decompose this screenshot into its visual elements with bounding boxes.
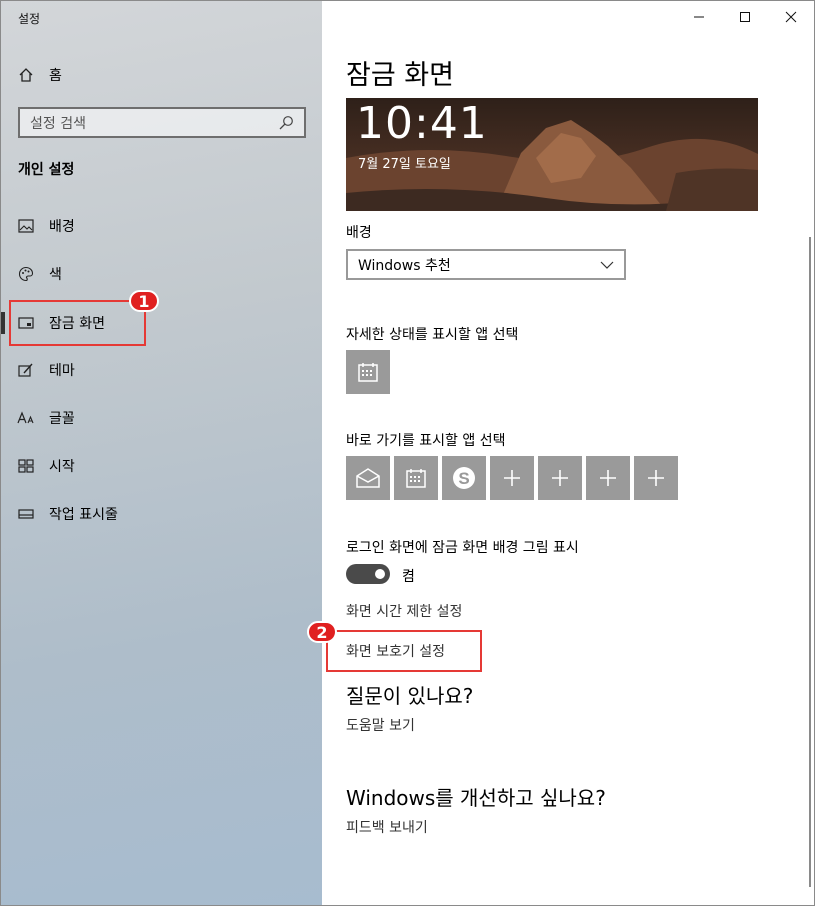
picture-icon [17, 217, 35, 235]
lock-screen-preview: 10:41 7월 27일 토요일 [346, 98, 758, 211]
quick-status-mail-tile[interactable] [346, 456, 390, 500]
sidebar-item-background[interactable]: 배경 [17, 214, 277, 238]
sidebar-item-label: 배경 [49, 219, 75, 235]
sidebar-item-start[interactable]: 시작 [17, 454, 277, 478]
screen-timeout-link[interactable]: 화면 시간 제한 설정 [346, 601, 462, 621]
signin-background-toggle[interactable] [346, 564, 390, 584]
detailed-status-calendar-tile[interactable] [346, 350, 390, 394]
theme-icon [17, 361, 35, 379]
sidebar-item-fonts[interactable]: 글꼴 [17, 406, 277, 430]
quick-status-skype-tile[interactable]: S [442, 456, 486, 500]
plus-icon [648, 470, 664, 486]
callout-badge-1: 1 [129, 290, 159, 312]
background-label: 배경 [346, 225, 372, 241]
minimize-button[interactable] [676, 1, 722, 33]
quick-status-add-tile[interactable] [490, 456, 534, 500]
help-link[interactable]: 도움말 보기 [346, 715, 415, 735]
app-title: 설정 [18, 12, 41, 26]
search-icon [278, 115, 294, 131]
plus-icon [552, 470, 568, 486]
nav-home[interactable]: 홈 [17, 63, 62, 87]
calendar-icon [358, 363, 378, 382]
feedback-link[interactable]: 피드백 보내기 [346, 817, 428, 837]
calendar-icon [406, 469, 426, 488]
taskbar-icon [17, 505, 35, 523]
minimize-icon [694, 16, 704, 18]
sidebar-item-label: 테마 [49, 363, 75, 379]
plus-icon [600, 470, 616, 486]
section-title: 개인 설정 [18, 162, 75, 178]
callout-badge-2: 2 [307, 621, 337, 643]
page-title: 잠금 화면 [346, 60, 454, 91]
search-input[interactable]: 설정 검색 [18, 107, 306, 138]
sidebar-item-color[interactable]: 색 [17, 262, 277, 286]
sidebar-item-label: 글꼴 [49, 411, 75, 427]
preview-time: 10:41 [356, 98, 488, 149]
callout-highlight-2 [326, 630, 482, 672]
question-heading: 질문이 있나요? [346, 684, 474, 708]
font-icon [17, 409, 35, 427]
home-icon [17, 66, 35, 84]
palette-icon [17, 265, 35, 283]
callout-highlight-1 [9, 300, 146, 346]
maximize-button[interactable] [722, 1, 768, 33]
mail-icon [356, 468, 380, 488]
sidebar-item-taskbar[interactable]: 작업 표시줄 [17, 502, 277, 526]
sidebar-item-label: 색 [49, 267, 62, 283]
quick-status-calendar-tile[interactable] [394, 456, 438, 500]
background-dropdown[interactable]: Windows 추천 [346, 249, 626, 280]
maximize-icon [740, 12, 750, 22]
quick-status-add-tile[interactable] [634, 456, 678, 500]
chevron-down-icon [600, 261, 614, 269]
close-button[interactable] [768, 1, 814, 33]
start-icon [17, 457, 35, 475]
toggle-state-label: 켬 [402, 569, 415, 585]
close-icon [785, 11, 797, 23]
sidebar-item-label: 시작 [49, 459, 75, 475]
signin-background-label: 로그인 화면에 잠금 화면 배경 그림 표시 [346, 540, 579, 556]
skype-icon: S [453, 467, 475, 489]
toggle-knob [375, 569, 385, 579]
selected-indicator [1, 312, 5, 334]
sidebar-item-theme[interactable]: 테마 [17, 358, 277, 382]
search-placeholder: 설정 검색 [30, 115, 86, 132]
background-dropdown-value: Windows 추천 [358, 257, 451, 274]
scrollbar[interactable] [809, 237, 811, 887]
quick-status-add-tile[interactable] [538, 456, 582, 500]
sidebar-item-label: 작업 표시줄 [49, 507, 118, 523]
nav-home-label: 홈 [49, 68, 62, 84]
sidebar: 설정 홈 설정 검색 개인 설정 배경 색 잠금 화면 테마 글꼴 시작 작업 … [1, 1, 322, 905]
improve-heading: Windows를 개선하고 싶나요? [346, 786, 606, 810]
svg-text:S: S [458, 469, 469, 488]
detailed-status-label: 자세한 상태를 표시할 앱 선택 [346, 327, 519, 343]
preview-date: 7월 27일 토요일 [358, 157, 451, 172]
quick-status-label: 바로 가기를 표시할 앱 선택 [346, 433, 506, 449]
quick-status-add-tile[interactable] [586, 456, 630, 500]
settings-window: 설정 홈 설정 검색 개인 설정 배경 색 잠금 화면 테마 글꼴 시작 작업 … [0, 0, 815, 906]
plus-icon [504, 470, 520, 486]
